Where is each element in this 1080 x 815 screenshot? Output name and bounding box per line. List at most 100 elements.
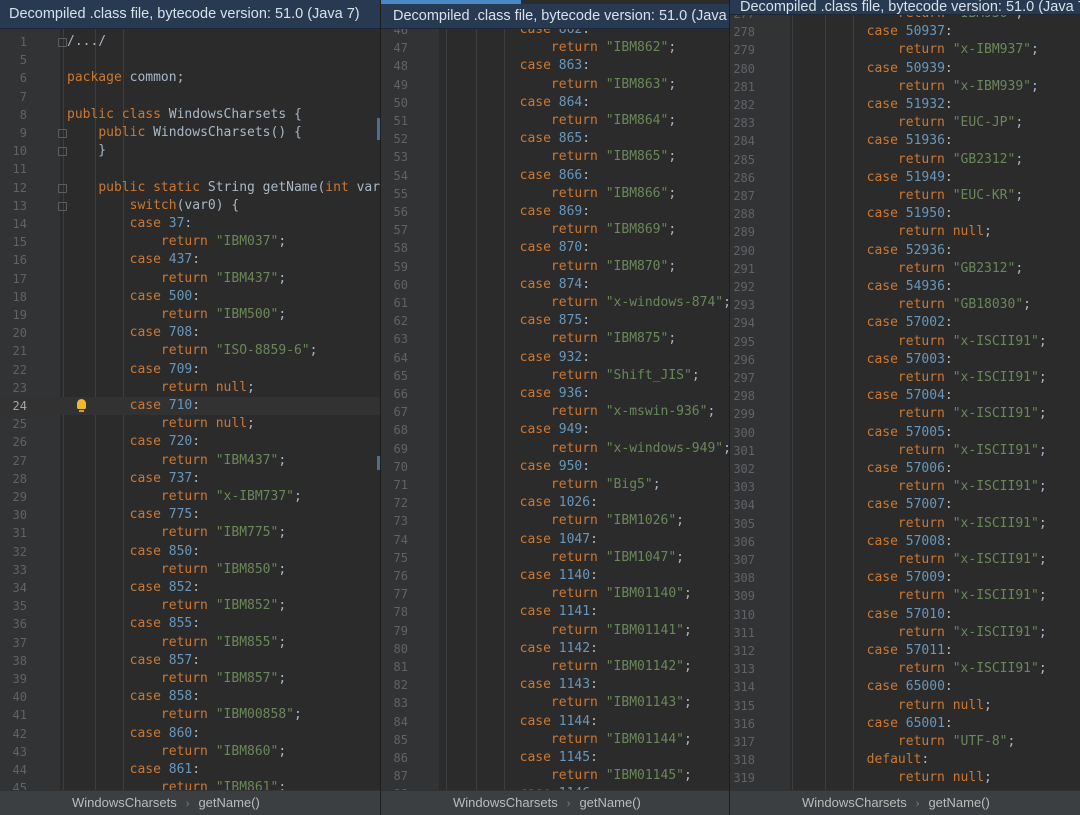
line-number[interactable]: 286 <box>730 169 755 187</box>
line-number[interactable]: 51 <box>381 112 408 130</box>
line-number[interactable]: 307 <box>730 551 755 569</box>
line-number[interactable]: 50 <box>381 94 408 112</box>
line-number[interactable]: 42 <box>0 725 27 743</box>
line-number[interactable]: 33 <box>0 561 27 579</box>
code-area[interactable]: 46 case 862: 47 return "IBM862"; 48 case 8… <box>381 29 729 791</box>
line-number[interactable]: 308 <box>730 569 755 587</box>
code-line[interactable]: return "IBM875"; <box>457 330 676 348</box>
code-line[interactable]: return "IBM930"; <box>804 15 1023 23</box>
line-number[interactable]: 41 <box>0 706 27 724</box>
code-line[interactable]: case 65001: <box>804 715 953 733</box>
code-line[interactable]: return "Big5"; <box>457 476 661 494</box>
editor-pane-left[interactable]: Decompiled .class file, bytecode version… <box>0 0 381 815</box>
code-line[interactable]: return "IBM862"; <box>457 39 676 57</box>
code-line[interactable]: case 708: <box>67 324 200 342</box>
code-line[interactable]: switch(var0) { <box>67 197 240 215</box>
code-line[interactable]: return "IBM01143"; <box>457 694 692 712</box>
code-line[interactable]: return "IBM437"; <box>67 452 286 470</box>
line-number[interactable]: 83 <box>381 694 408 712</box>
code-line[interactable]: return "IBM852"; <box>67 597 286 615</box>
line-number[interactable]: 49 <box>381 76 408 94</box>
line-number[interactable]: 62 <box>381 312 408 330</box>
breadcrumb-method[interactable]: getName() <box>198 795 259 810</box>
line-number[interactable]: 303 <box>730 478 755 496</box>
line-number[interactable]: 284 <box>730 132 755 150</box>
line-number[interactable]: 19 <box>0 306 27 324</box>
code-line[interactable]: return "IBM857"; <box>67 670 286 688</box>
code-line[interactable]: return "x-ISCII91"; <box>804 333 1047 351</box>
code-line[interactable]: case 865: <box>457 130 590 148</box>
code-line[interactable]: case 710: <box>67 397 200 415</box>
code-line[interactable]: case 57002: <box>804 314 953 332</box>
line-number[interactable]: 29 <box>0 488 27 506</box>
line-number[interactable]: 313 <box>730 660 755 678</box>
code-line[interactable]: return null; <box>804 697 992 715</box>
code-line[interactable]: case 51950: <box>804 205 953 223</box>
code-line[interactable]: case 861: <box>67 761 200 779</box>
line-number[interactable]: 280 <box>730 60 755 78</box>
line-number[interactable]: 301 <box>730 442 755 460</box>
fold-icon[interactable] <box>58 183 67 193</box>
line-number[interactable]: 279 <box>730 41 755 59</box>
line-number[interactable]: 68 <box>381 421 408 439</box>
code-line[interactable]: case 737: <box>67 470 200 488</box>
code-line[interactable]: return "x-IBM939"; <box>804 78 1039 96</box>
line-number[interactable]: 63 <box>381 330 408 348</box>
line-number[interactable]: 318 <box>730 751 755 769</box>
code-line[interactable]: case 1144: <box>457 713 598 731</box>
line-number[interactable]: 38 <box>0 652 27 670</box>
line-number[interactable]: 289 <box>730 223 755 241</box>
line-number[interactable]: 282 <box>730 96 755 114</box>
code-line[interactable]: } <box>67 142 106 160</box>
code-line[interactable]: case 932: <box>457 349 590 367</box>
line-number[interactable]: 311 <box>730 624 755 642</box>
code-line[interactable]: case 1026: <box>457 494 598 512</box>
line-number[interactable]: 34 <box>0 579 27 597</box>
code-line[interactable]: return "IBM866"; <box>457 185 676 203</box>
line-number[interactable]: 77 <box>381 585 408 603</box>
code-line[interactable]: case 936: <box>457 385 590 403</box>
breadcrumb-class[interactable]: WindowsCharsets <box>72 795 177 810</box>
code-line[interactable]: return null; <box>67 379 255 397</box>
code-line[interactable]: return "IBM01144"; <box>457 731 692 749</box>
line-number[interactable]: 21 <box>0 342 27 360</box>
code-line[interactable]: return "x-windows-949"; <box>457 440 729 458</box>
line-number[interactable]: 37 <box>0 634 27 652</box>
code-line[interactable]: package common; <box>67 69 184 87</box>
code-line[interactable]: return "IBM01142"; <box>457 658 692 676</box>
line-number[interactable]: 317 <box>730 733 755 751</box>
line-number[interactable]: 58 <box>381 239 408 257</box>
line-number[interactable]: 319 <box>730 769 755 787</box>
code-line[interactable]: case 857: <box>67 652 200 670</box>
code-line[interactable]: case 57009: <box>804 569 953 587</box>
code-line[interactable]: return "x-IBM737"; <box>67 488 302 506</box>
line-number[interactable]: 87 <box>381 767 408 785</box>
code-line[interactable]: return "Shift_JIS"; <box>457 367 700 385</box>
line-number[interactable]: 7 <box>0 88 27 106</box>
code-line[interactable]: return "x-ISCII91"; <box>804 587 1047 605</box>
line-number[interactable]: 30 <box>0 506 27 524</box>
code-line[interactable]: default: <box>804 751 930 769</box>
line-number[interactable]: 13 <box>0 197 27 215</box>
code-line[interactable]: case 1141: <box>457 603 598 621</box>
code-line[interactable]: return "x-ISCII91"; <box>804 405 1047 423</box>
code-line[interactable]: case 51949: <box>804 169 953 187</box>
line-number[interactable]: 54 <box>381 167 408 185</box>
code-line[interactable]: case 50937: <box>804 23 953 41</box>
line-number[interactable]: 39 <box>0 670 27 688</box>
code-line[interactable]: case 1143: <box>457 676 598 694</box>
line-number[interactable]: 53 <box>381 148 408 166</box>
line-number[interactable]: 67 <box>381 403 408 421</box>
line-number[interactable]: 278 <box>730 23 755 41</box>
code-line[interactable]: case 37: <box>67 215 193 233</box>
code-line[interactable]: return "x-mswin-936"; <box>457 403 715 421</box>
line-number[interactable]: 10 <box>0 142 27 160</box>
line-number[interactable]: 70 <box>381 458 408 476</box>
code-line[interactable]: return "IBM00858"; <box>67 706 302 724</box>
code-line[interactable]: return "IBM850"; <box>67 561 286 579</box>
code-line[interactable]: case 720: <box>67 433 200 451</box>
line-number[interactable]: 309 <box>730 587 755 605</box>
code-line[interactable]: case 57011: <box>804 642 953 660</box>
code-line[interactable]: return "x-ISCII91"; <box>804 624 1047 642</box>
line-number[interactable]: 35 <box>0 597 27 615</box>
